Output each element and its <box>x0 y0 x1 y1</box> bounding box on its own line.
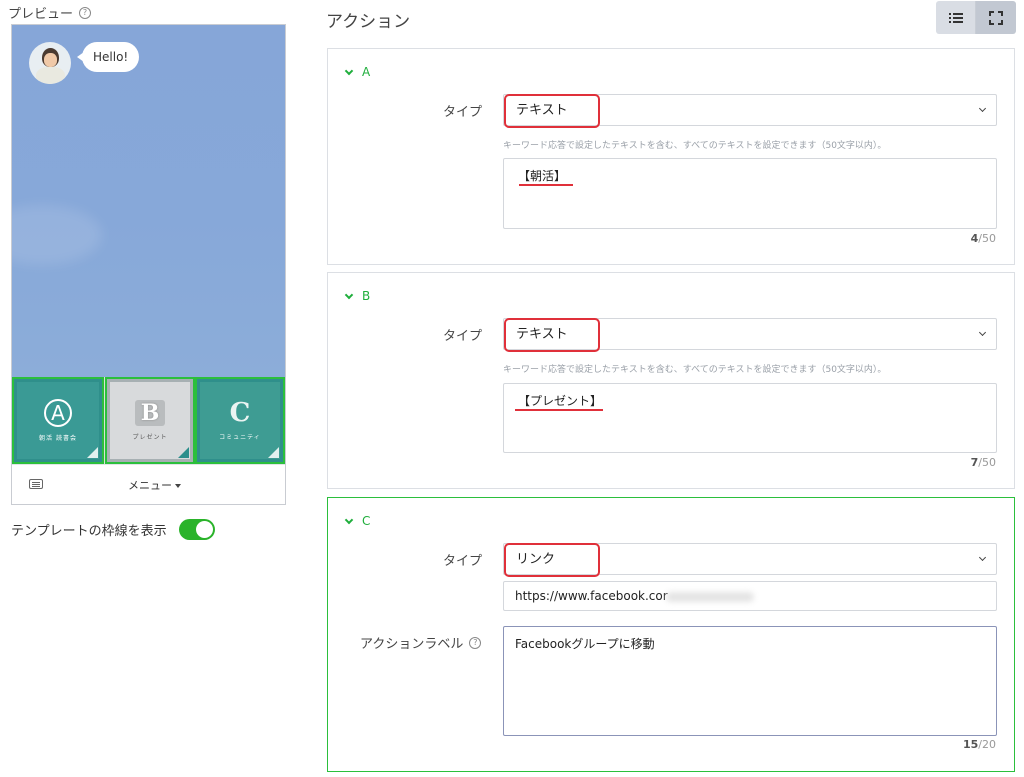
expand-view-button[interactable] <box>976 1 1016 34</box>
type-label: タイプ <box>443 554 483 569</box>
tile-a-letter: A <box>44 399 72 427</box>
preview-title: プレビュー <box>8 7 74 22</box>
action-c-name: C <box>362 514 371 528</box>
cloud-decoration <box>12 205 102 265</box>
list-icon <box>948 12 963 23</box>
action-card-a: A タイプ テキスト キーワード応答で設定したテキストを含む、すべてのテキストを… <box>327 48 1015 265</box>
redaction-blur <box>666 592 754 602</box>
menu-toggle-label: メニュー <box>128 479 172 492</box>
tile-c-caption: コミュニティ <box>219 434 261 441</box>
message-bubble: Hello! <box>76 42 140 72</box>
chevron-down-icon <box>344 515 354 524</box>
actions-title: アクション <box>326 12 411 32</box>
action-label-label: アクションラベル ? <box>360 633 482 652</box>
phone-preview: Hello! A 朝活 読書会 B プレゼント C コミュニティ メニュー <box>11 24 286 505</box>
chevron-down-icon <box>978 328 987 337</box>
rich-menu: A 朝活 読書会 B プレゼント C コミュニティ <box>12 377 285 464</box>
char-counter: 4/50 <box>970 232 996 245</box>
rich-menu-tile-c[interactable]: C コミュニティ <box>195 377 285 464</box>
tile-a-caption: 朝活 読書会 <box>39 435 77 442</box>
tile-b-letter: B <box>135 400 165 426</box>
chevron-down-icon <box>344 66 354 75</box>
action-label-input[interactable]: Facebookグループに移動 <box>503 626 997 736</box>
type-label: タイプ <box>443 329 483 344</box>
action-a-header[interactable]: A <box>344 65 371 79</box>
help-text: キーワード応答で設定したテキストを含む、すべてのテキストを設定できます（50文字… <box>503 141 887 151</box>
action-card-b: B タイプ テキスト キーワード応答で設定したテキストを含む、すべてのテキストを… <box>327 272 1015 489</box>
help-icon[interactable]: ? <box>79 6 92 19</box>
action-text-input[interactable]: 【プレゼント】 <box>503 383 997 453</box>
border-toggle-label: テンプレートの枠線を表示 <box>11 524 167 539</box>
chevron-down-icon <box>978 553 987 562</box>
caret-down-icon <box>175 484 181 488</box>
action-text-value: 【朝活】 <box>518 169 567 183</box>
type-select[interactable]: テキスト <box>503 94 997 128</box>
action-text-value: 【プレゼント】 <box>518 394 603 408</box>
chevron-down-icon <box>978 104 987 113</box>
red-underline <box>515 409 603 411</box>
action-a-name: A <box>362 65 371 79</box>
red-underline <box>519 184 573 186</box>
url-value: https://www.facebook.cor <box>515 589 668 603</box>
expand-icon <box>989 10 1003 25</box>
action-b-header[interactable]: B <box>344 289 371 303</box>
type-select[interactable]: テキスト <box>503 318 997 352</box>
menu-toggle[interactable]: メニュー <box>128 477 181 493</box>
rich-menu-tile-a[interactable]: A 朝活 読書会 <box>12 377 104 464</box>
type-select-value: テキスト <box>504 94 600 128</box>
type-select-value: リンク <box>504 543 600 577</box>
type-label: タイプ <box>443 105 483 120</box>
tile-c-letter: C <box>229 398 251 428</box>
switch-knob <box>195 521 213 538</box>
char-counter: 7/50 <box>970 456 996 469</box>
avatar <box>29 42 71 84</box>
action-b-name: B <box>362 289 371 303</box>
chevron-down-icon <box>344 290 354 299</box>
list-view-button[interactable] <box>936 1 976 34</box>
border-toggle-row: テンプレートの枠線を表示 <box>11 519 215 540</box>
type-select[interactable]: リンク <box>503 543 997 577</box>
action-text-input[interactable]: 【朝活】 <box>503 158 997 229</box>
keyboard-icon[interactable] <box>29 479 43 489</box>
action-label-value: Facebookグループに移動 <box>515 637 655 651</box>
url-input[interactable]: https://www.facebook.cor <box>503 581 997 611</box>
rich-menu-tile-b[interactable]: B プレゼント <box>105 377 195 464</box>
help-text: キーワード応答で設定したテキストを含む、すべてのテキストを設定できます（50文字… <box>503 365 887 375</box>
action-card-c: C タイプ リンク https://www.facebook.cor アクション… <box>327 497 1015 772</box>
view-toggle <box>936 1 1016 34</box>
preview-header: プレビュー ? <box>8 3 92 22</box>
tile-b-caption: プレゼント <box>132 434 168 441</box>
char-counter: 15/20 <box>962 738 996 751</box>
border-toggle-switch[interactable] <box>178 519 215 540</box>
chat-background: Hello! <box>12 25 285 377</box>
chat-footer: メニュー <box>12 464 285 504</box>
type-select-value: テキスト <box>504 318 600 352</box>
help-icon[interactable]: ? <box>469 636 482 649</box>
action-c-header[interactable]: C <box>344 514 371 528</box>
action-label-text: アクションラベル <box>360 637 464 652</box>
